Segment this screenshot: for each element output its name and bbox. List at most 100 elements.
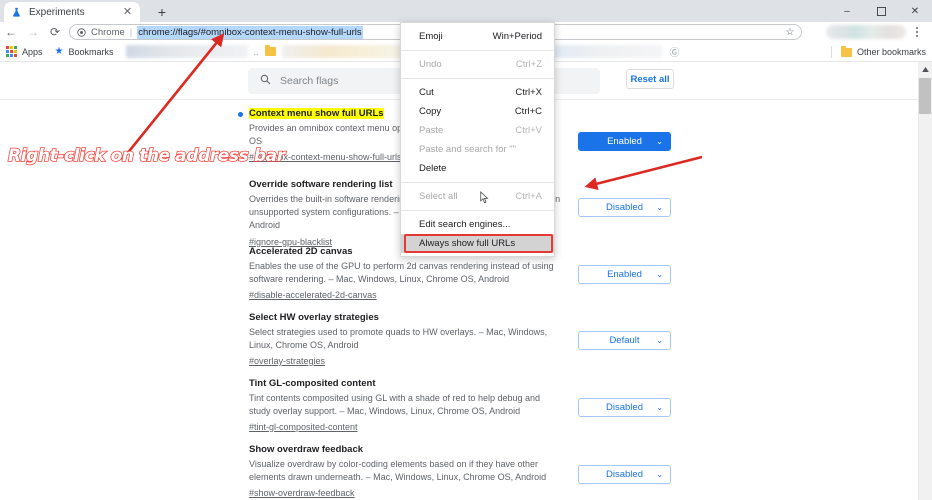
context-menu-item-shortcut: Win+Period bbox=[492, 31, 542, 42]
maximize-button[interactable] bbox=[864, 0, 898, 22]
flag-permalink[interactable]: #tint-gl-composited-content bbox=[249, 422, 358, 432]
tab-title: Experiments bbox=[29, 6, 85, 18]
search-placeholder-text: Search flags bbox=[280, 75, 339, 87]
reset-all-button[interactable]: Reset all bbox=[626, 69, 674, 89]
url-text[interactable]: chrome://flags/#omnibox-context-menu-sho… bbox=[137, 25, 363, 39]
context-menu-item[interactable]: Edit search engines... bbox=[401, 215, 554, 234]
flag-state-label: Disabled bbox=[606, 202, 643, 213]
bookmark-apps-label: Apps bbox=[22, 46, 43, 57]
chevron-down-icon: ⌄ bbox=[656, 335, 663, 345]
page-scrollbar-thumb[interactable] bbox=[919, 78, 931, 114]
context-menu-item: Paste Ctrl+V bbox=[401, 121, 554, 140]
globe-icon[interactable]: Ⓖ bbox=[670, 44, 680, 59]
bookmarks-divider bbox=[830, 46, 832, 58]
context-menu-item-label: Undo bbox=[419, 59, 442, 70]
minimize-button[interactable]: – bbox=[830, 0, 864, 22]
chevron-down-icon: ⌄ bbox=[656, 469, 663, 479]
chevron-down-icon: ⌄ bbox=[656, 136, 663, 146]
browser-window: Experiments ✕ + – ✕ ← → ⟳ Chrome | chrom… bbox=[0, 0, 932, 500]
flag-permalink[interactable]: #disable-accelerated-2d-canvas bbox=[249, 290, 377, 300]
context-menu-item-label: Emoji bbox=[419, 31, 443, 42]
page-info-icon[interactable] bbox=[76, 27, 87, 38]
context-menu-item[interactable]: Emoji Win+Period bbox=[401, 27, 554, 46]
search-icon bbox=[260, 74, 271, 88]
tab-close-icon[interactable]: ✕ bbox=[121, 6, 134, 19]
flag-title: Context menu show full URLs bbox=[249, 108, 384, 119]
profile-avatar-blurred[interactable] bbox=[826, 25, 906, 39]
bookmark-star-icon[interactable]: ☆ bbox=[783, 27, 797, 38]
flag-state-dropdown[interactable]: Disabled ⌄ bbox=[578, 465, 671, 484]
flag-description: Tint contents composited using GL with a… bbox=[249, 393, 541, 416]
omnibox-divider: | bbox=[129, 26, 133, 38]
flag-state-label: Disabled bbox=[606, 402, 643, 413]
flag-state-label: Disabled bbox=[606, 469, 643, 480]
context-menu-item: Undo Ctrl+Z bbox=[401, 55, 554, 74]
other-bookmarks-group: Other bookmarks bbox=[830, 42, 926, 62]
context-menu-item-shortcut: Ctrl+V bbox=[515, 125, 542, 136]
forward-icon[interactable]: → bbox=[22, 23, 44, 41]
flag-state-label: Enabled bbox=[607, 269, 642, 280]
flask-icon bbox=[10, 6, 22, 18]
mouse-cursor-icon bbox=[480, 191, 489, 204]
instruction-annotation: Right-click on the address bar bbox=[7, 145, 286, 167]
other-bookmarks-folder-icon bbox=[840, 45, 852, 57]
flag-title: Show overdraw feedback bbox=[249, 444, 364, 455]
context-menu-item-label: Paste bbox=[419, 125, 444, 136]
context-menu-separator bbox=[401, 50, 554, 51]
back-icon[interactable]: ← bbox=[0, 23, 22, 41]
flag-state-dropdown[interactable]: Enabled ⌄ bbox=[578, 132, 671, 151]
context-menu-item-label: Copy bbox=[419, 106, 442, 117]
chrome-menu-icon[interactable] bbox=[910, 24, 924, 40]
chevron-down-icon: ⌄ bbox=[656, 402, 663, 412]
context-menu-item-label: Delete bbox=[419, 163, 447, 174]
flag-permalink[interactable]: #show-overdraw-feedback bbox=[249, 488, 355, 498]
context-menu-item-label: Paste and search for "" bbox=[419, 144, 517, 155]
flag-title: Accelerated 2D canvas bbox=[249, 246, 353, 257]
other-bookmarks-label[interactable]: Other bookmarks bbox=[857, 47, 926, 57]
new-tab-button[interactable]: + bbox=[152, 3, 172, 21]
flag-title: Override software rendering list bbox=[249, 179, 393, 190]
tab-experiments[interactable]: Experiments ✕ bbox=[4, 2, 140, 22]
flag-description: Visualize overdraw by color-coding eleme… bbox=[249, 459, 547, 482]
context-menu-item-label: Select all bbox=[419, 191, 458, 202]
context-menu-item: Select all Ctrl+A bbox=[401, 187, 554, 206]
flag-state-dropdown[interactable]: Disabled ⌄ bbox=[578, 398, 671, 417]
context-menu-item[interactable]: Copy Ctrl+C bbox=[401, 102, 554, 121]
context-menu-item-shortcut: Ctrl+Z bbox=[515, 59, 542, 70]
flag-permalink[interactable]: #overlay-strategies bbox=[249, 356, 325, 366]
flag-description: Enables the use of the GPU to perform 2d… bbox=[249, 261, 554, 284]
context-menu-separator bbox=[401, 182, 554, 183]
context-menu-item: Paste and search for "" bbox=[401, 140, 554, 159]
flag-state-dropdown[interactable]: Default ⌄ bbox=[578, 331, 671, 350]
chevron-down-icon: ⌄ bbox=[656, 202, 663, 212]
context-menu-item[interactable]: Cut Ctrl+X bbox=[401, 83, 554, 102]
bookmark-apps[interactable]: Apps bbox=[6, 46, 43, 57]
bookmark-item-blurred-1[interactable] bbox=[125, 45, 248, 58]
window-controls: – ✕ bbox=[830, 0, 932, 22]
reload-icon[interactable]: ⟳ bbox=[44, 23, 66, 41]
star-icon: ★ bbox=[54, 45, 64, 57]
bookmark-overflow-ellipsis: .. bbox=[253, 46, 259, 57]
bookmark-bookmarks[interactable]: ★ Bookmarks bbox=[54, 45, 114, 57]
context-menu-item-shortcut: Ctrl+C bbox=[514, 106, 542, 117]
flag-state-label: Default bbox=[609, 335, 640, 346]
context-menu-item-shortcut: Ctrl+X bbox=[515, 87, 542, 98]
context-menu-item[interactable]: Always show full URLs bbox=[401, 234, 554, 253]
context-menu-item-label: Cut bbox=[419, 87, 434, 98]
context-menu-item-label: Always show full URLs bbox=[419, 238, 516, 249]
flag-new-indicator-dot bbox=[238, 112, 243, 117]
context-menu-item-shortcut: Ctrl+A bbox=[515, 191, 542, 202]
flag-title: Select HW overlay strategies bbox=[249, 312, 379, 323]
flag-state-dropdown[interactable]: Enabled ⌄ bbox=[578, 265, 671, 284]
context-menu-separator bbox=[401, 210, 554, 211]
folder-icon[interactable] bbox=[264, 45, 276, 56]
bookmark-bookmarks-label: Bookmarks bbox=[68, 46, 114, 57]
tab-strip: Experiments ✕ + – ✕ bbox=[0, 0, 932, 22]
url-scheme-label: Chrome bbox=[91, 26, 125, 38]
flag-state-dropdown[interactable]: Disabled ⌄ bbox=[578, 198, 671, 217]
page-scrollbar-track[interactable] bbox=[918, 62, 932, 500]
flag-description: Select strategies used to promote quads … bbox=[249, 327, 548, 350]
scrollbar-up-arrow-icon[interactable] bbox=[918, 62, 932, 76]
close-button[interactable]: ✕ bbox=[898, 0, 932, 22]
context-menu-item[interactable]: Delete bbox=[401, 159, 554, 178]
